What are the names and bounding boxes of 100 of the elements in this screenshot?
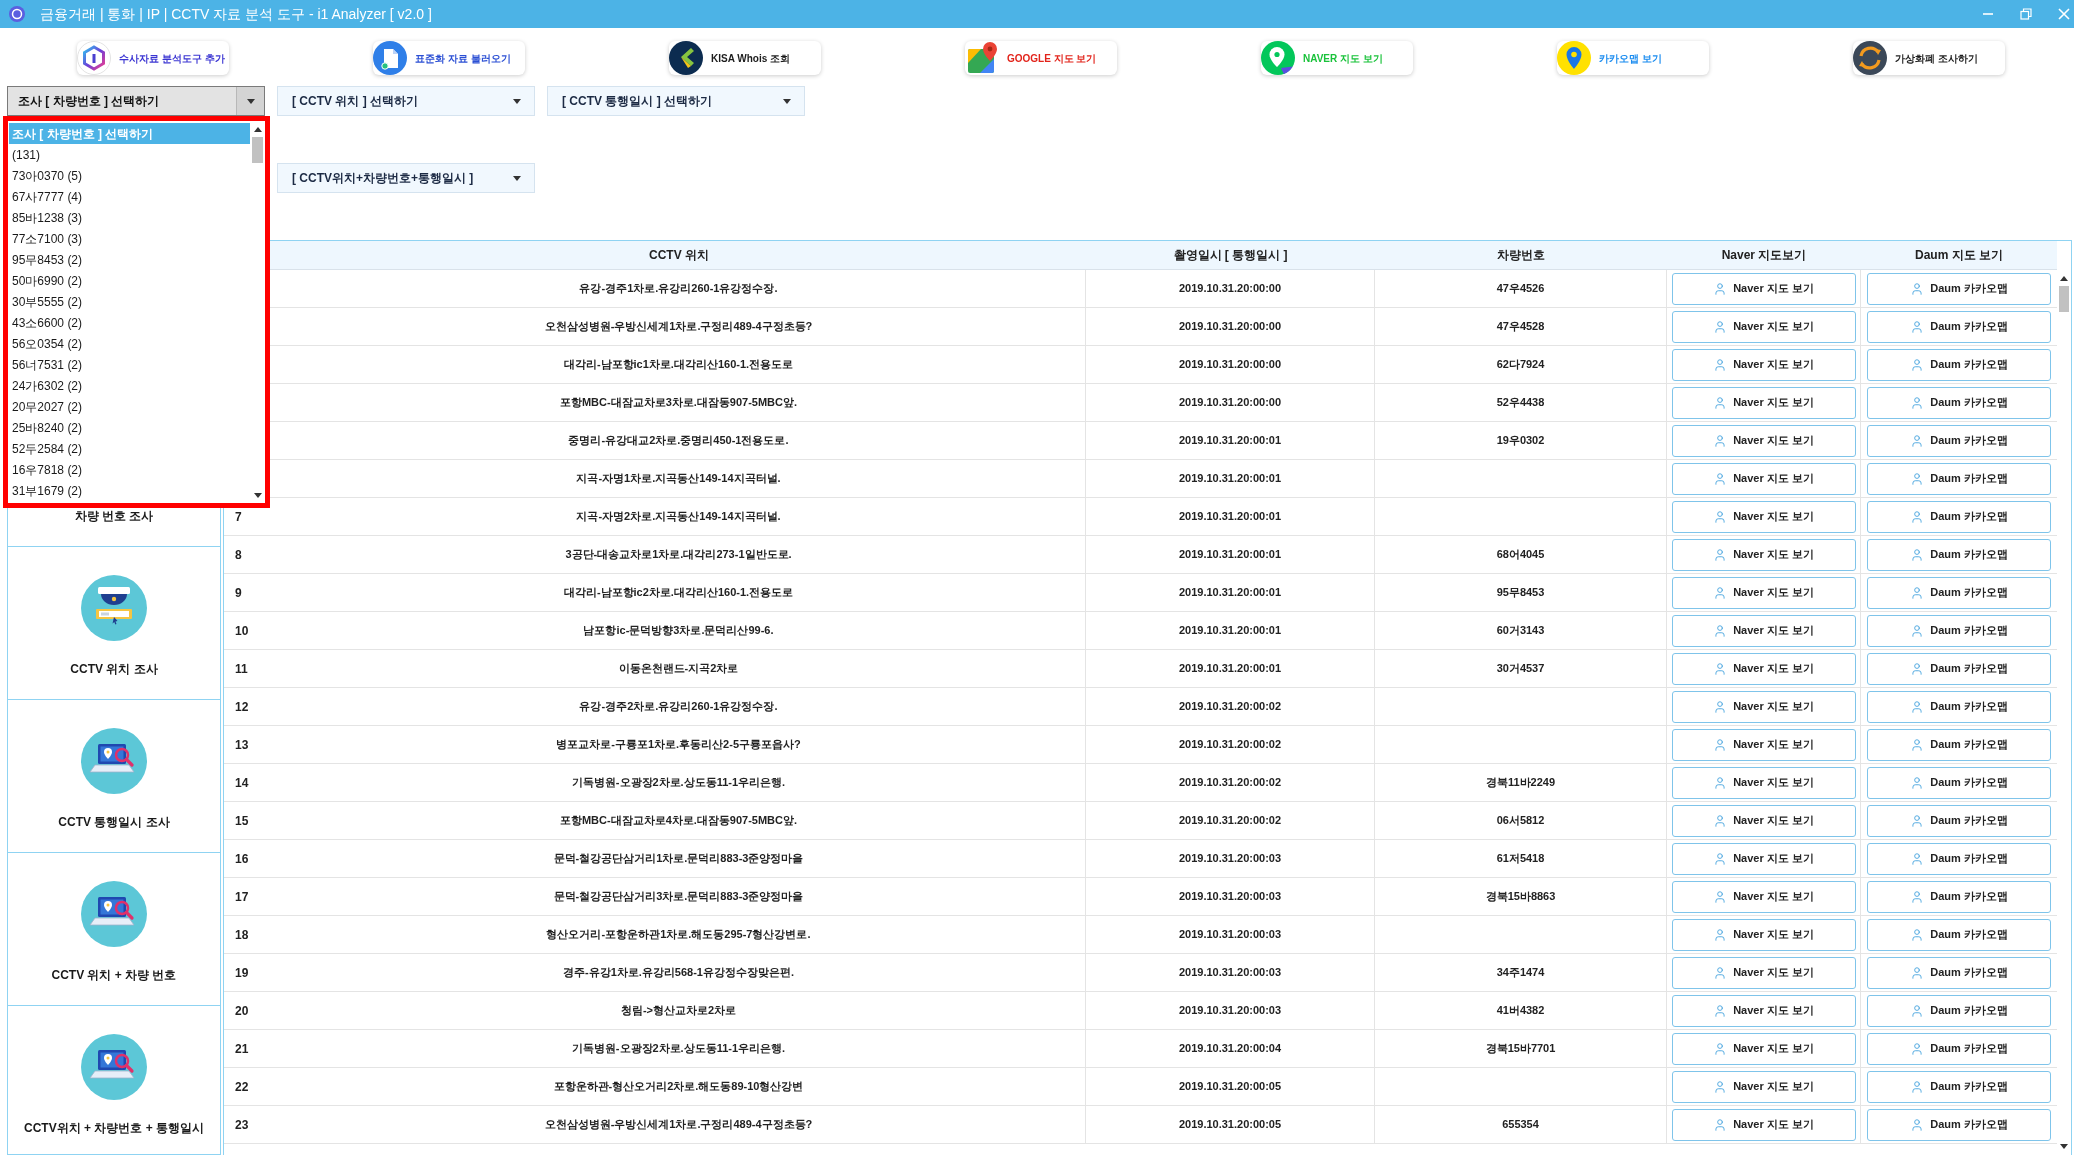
map-button[interactable]: Naver 지도 보기 xyxy=(1671,386,1856,419)
map-button[interactable]: Naver 지도 보기 xyxy=(1671,424,1856,457)
map-button[interactable]: Daum 카카오맵 xyxy=(1867,652,2051,685)
list-item[interactable]: 95무8453 (2) xyxy=(9,249,250,270)
row-number: 19 xyxy=(234,964,250,982)
list-item[interactable]: 24가6302 (2) xyxy=(9,375,250,396)
map-button[interactable]: Daum 카카오맵 xyxy=(1867,880,2051,913)
restore-icon[interactable] xyxy=(2020,8,2032,20)
table-cell: 문덕-철강공단삼거리3차로.문덕리883-3준양정마을 xyxy=(272,878,1086,915)
table-cell: 지곡-자명1차로.지곡동산149-14지곡터널. xyxy=(272,460,1086,497)
scroll-up-icon[interactable] xyxy=(2060,276,2068,281)
map-pin-icon xyxy=(1557,41,1591,75)
map-button[interactable]: Daum 카카오맵 xyxy=(1867,424,2051,457)
map-button[interactable]: Naver 지도 보기 xyxy=(1671,956,1856,989)
map-button[interactable]: Daum 카카오맵 xyxy=(1867,766,2051,799)
list-item[interactable]: 31부1679 (2) xyxy=(9,480,250,501)
user-icon xyxy=(1910,737,1925,752)
scroll-down-icon[interactable] xyxy=(2060,1144,2068,1149)
row-number: 13 xyxy=(234,736,250,754)
map-button[interactable]: Naver 지도 보기 xyxy=(1671,310,1856,343)
map-button[interactable]: Naver 지도 보기 xyxy=(1671,804,1856,837)
toolbar-button[interactable]: 수사자료 분석도구 추가 xyxy=(77,41,229,75)
table-cell: 2019.10.31.20:00:01 xyxy=(1086,422,1375,459)
map-button[interactable]: Daum 카카오맵 xyxy=(1867,728,2051,761)
list-item[interactable]: 16우7818 (2) xyxy=(9,459,250,480)
user-icon xyxy=(1713,319,1728,334)
toolbar-button[interactable]: GOOGLE 지도 보기 xyxy=(965,41,1117,75)
list-item[interactable]: 43소6600 (2) xyxy=(9,312,250,333)
list-item[interactable]: 67사7777 (4) xyxy=(9,186,250,207)
map-button[interactable]: Daum 카카오맵 xyxy=(1867,462,2051,495)
map-button[interactable]: Daum 카카오맵 xyxy=(1867,310,2051,343)
list-item[interactable]: 73아0370 (5) xyxy=(9,165,250,186)
map-button[interactable]: Daum 카카오맵 xyxy=(1867,1032,2051,1065)
map-button[interactable]: Naver 지도 보기 xyxy=(1671,1070,1856,1103)
row-number: 17 xyxy=(234,888,250,906)
map-button[interactable]: Daum 카카오맵 xyxy=(1867,386,2051,419)
list-item[interactable]: (131) xyxy=(9,144,250,165)
map-button[interactable]: Daum 카카오맵 xyxy=(1867,538,2051,571)
map-button[interactable]: Naver 지도 보기 xyxy=(1671,576,1856,609)
toolbar-button[interactable]: 표준화 자료 불러오기 xyxy=(373,41,525,75)
map-button[interactable]: Daum 카카오맵 xyxy=(1867,500,2051,533)
scroll-down-icon[interactable] xyxy=(253,493,262,498)
map-button[interactable]: Daum 카카오맵 xyxy=(1867,956,2051,989)
map-button[interactable]: Daum 카카오맵 xyxy=(1867,1070,2051,1103)
map-button[interactable]: Daum 카카오맵 xyxy=(1867,272,2051,305)
map-button[interactable]: Daum 카카오맵 xyxy=(1867,994,2051,1027)
row-number: 11 xyxy=(234,660,249,678)
scrollbar-thumb[interactable] xyxy=(2059,286,2069,312)
toolbar-button[interactable]: 카카오맵 보기 xyxy=(1557,41,1709,75)
map-button[interactable]: Daum 카카오맵 xyxy=(1867,918,2051,951)
map-button[interactable]: Daum 카카오맵 xyxy=(1867,1108,2051,1141)
combo-box[interactable]: [ CCTV 통행일시 ] 선택하기 xyxy=(547,86,805,116)
map-button[interactable]: Naver 지도 보기 xyxy=(1671,462,1856,495)
map-button[interactable]: Daum 카카오맵 xyxy=(1867,576,2051,609)
map-button[interactable]: Naver 지도 보기 xyxy=(1671,272,1856,305)
map-button[interactable]: Daum 카카오맵 xyxy=(1867,804,2051,837)
list-item[interactable]: 25바8240 (2) xyxy=(9,417,250,438)
map-button[interactable]: Naver 지도 보기 xyxy=(1671,880,1856,913)
row-number: 20 xyxy=(234,1002,250,1020)
map-button[interactable]: Naver 지도 보기 xyxy=(1671,766,1856,799)
map-button[interactable]: Daum 카카오맵 xyxy=(1867,348,2051,381)
list-item[interactable]: 85바1238 (3) xyxy=(9,207,250,228)
map-button[interactable]: Naver 지도 보기 xyxy=(1671,614,1856,647)
map-button[interactable]: Naver 지도 보기 xyxy=(1671,690,1856,723)
list-item[interactable]: 56너7531 (2) xyxy=(9,354,250,375)
list-item[interactable]: 30부5555 (2) xyxy=(9,291,250,312)
map-button[interactable]: Naver 지도 보기 xyxy=(1671,1032,1856,1065)
scroll-up-icon[interactable] xyxy=(253,127,262,132)
map-button[interactable]: Naver 지도 보기 xyxy=(1671,538,1856,571)
toolbar-button[interactable]: KISA Whois 조회 xyxy=(669,41,821,75)
list-item[interactable]: 77소7100 (3) xyxy=(9,228,250,249)
table-cell: 형산오거리-포항운하관1차로.해도동295-7형산강변로. xyxy=(272,916,1086,953)
map-button[interactable]: Naver 지도 보기 xyxy=(1671,842,1856,875)
map-button[interactable]: Naver 지도 보기 xyxy=(1671,652,1856,685)
map-button[interactable]: Naver 지도 보기 xyxy=(1671,918,1856,951)
combo-box[interactable]: [ CCTV위치+차량번호+통행일시 ] xyxy=(277,163,535,193)
list-item[interactable]: 52두2584 (2) xyxy=(9,438,250,459)
scrollbar-thumb[interactable] xyxy=(252,137,263,163)
table-cell: 06서5812 xyxy=(1375,802,1667,839)
table-cell: 2019.10.31.20:00:01 xyxy=(1086,460,1375,497)
row-number: 8 xyxy=(234,546,243,564)
map-button[interactable]: Daum 카카오맵 xyxy=(1867,690,2051,723)
list-item[interactable]: 50마6990 (2) xyxy=(9,270,250,291)
toolbar-button[interactable]: 가상화폐 조사하기 xyxy=(1853,41,2005,75)
list-item[interactable]: 56오0354 (2) xyxy=(9,333,250,354)
list-item[interactable]: 20무2027 (2) xyxy=(9,396,250,417)
user-icon xyxy=(1713,927,1728,942)
map-button[interactable]: Daum 카카오맵 xyxy=(1867,842,2051,875)
combo-box[interactable]: [ CCTV 위치 ] 선택하기 xyxy=(277,86,535,116)
map-button[interactable]: Naver 지도 보기 xyxy=(1671,728,1856,761)
map-button[interactable]: Naver 지도 보기 xyxy=(1671,994,1856,1027)
combo-box[interactable]: 조사 [ 차량번호 ] 선택하기 xyxy=(7,86,265,116)
map-button[interactable]: Naver 지도 보기 xyxy=(1671,348,1856,381)
map-button[interactable]: Naver 지도 보기 xyxy=(1671,1108,1856,1141)
close-icon[interactable] xyxy=(2058,8,2070,20)
user-icon xyxy=(1910,623,1925,638)
map-button[interactable]: Daum 카카오맵 xyxy=(1867,614,2051,647)
user-icon xyxy=(1713,623,1728,638)
window-title: 금융거래 | 통화 | IP | CCTV 자료 분석 도구 - i1 Analyzer [ v2.0 ] xyxy=(40,4,432,24)
map-button[interactable]: Naver 지도 보기 xyxy=(1671,500,1856,533)
